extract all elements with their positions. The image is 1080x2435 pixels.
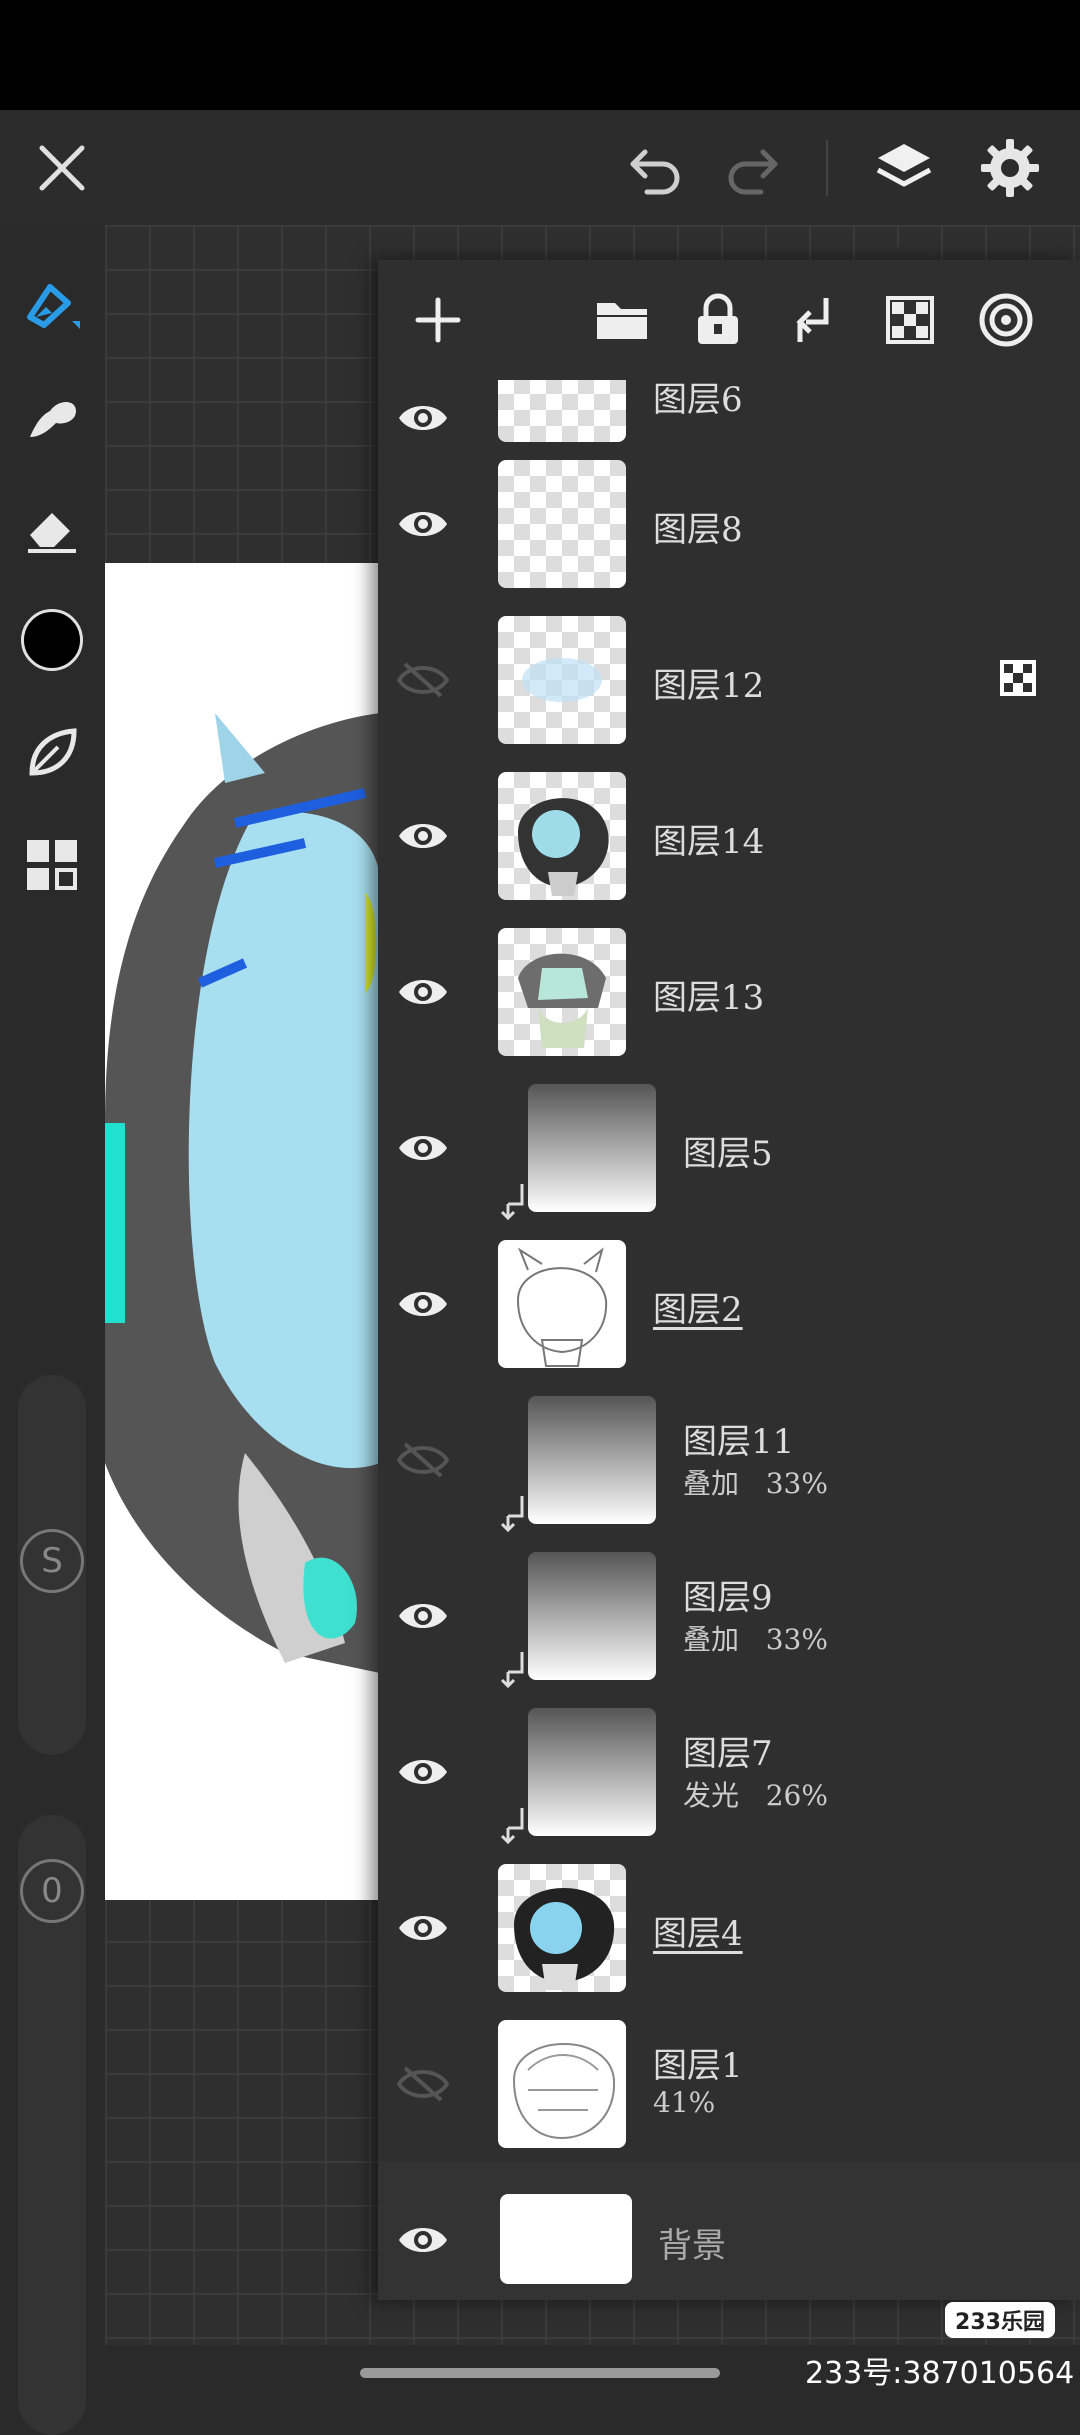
clip-arrow-icon: [496, 1182, 532, 1222]
status-bar: [0, 0, 1080, 110]
layer-row[interactable]: 图层12: [378, 602, 1080, 760]
layer-name: 图层9: [683, 1578, 773, 1618]
layer-row[interactable]: 图层11 叠加 33%: [378, 1382, 1080, 1540]
eraser-tool-icon[interactable]: [12, 487, 92, 567]
layer-thumbnail: [528, 1396, 656, 1524]
eye-visible-icon[interactable]: [390, 1120, 456, 1176]
layer-thumbnail: [498, 616, 626, 744]
layer-name: 背景: [658, 2226, 726, 2266]
folder-icon[interactable]: [584, 282, 660, 358]
eye-visible-icon[interactable]: [390, 808, 456, 864]
opacity-slider-knob[interactable]: 0: [20, 1859, 84, 1923]
layer-name: 图层12: [653, 666, 765, 706]
layer-row[interactable]: 图层1 41%: [378, 2006, 1080, 2164]
clip-arrow-icon: [496, 1494, 532, 1534]
top-bar: [0, 110, 1080, 225]
divider: [826, 140, 828, 196]
layer-opacity: 33%: [765, 1467, 828, 1500]
layer-name: 图层4: [653, 1914, 743, 1954]
layer-panel-toolbar: [378, 260, 1080, 380]
layer-row[interactable]: 图层4: [378, 1850, 1080, 2008]
layer-blend-mode: 叠加 33%: [683, 1623, 828, 1656]
clip-down-icon[interactable]: [776, 282, 852, 358]
eye-visible-icon[interactable]: [390, 1900, 456, 1956]
watermark-badge: 233乐园: [945, 2302, 1055, 2338]
eye-hidden-icon[interactable]: [390, 1432, 456, 1488]
layer-row-background[interactable]: 背景: [378, 2162, 1080, 2300]
eye-visible-icon[interactable]: [390, 1588, 456, 1644]
grid-tool-icon[interactable]: [12, 825, 92, 905]
layer-thumbnail: [498, 928, 626, 1056]
layer-name: 图层5: [683, 1134, 773, 1174]
size-slider[interactable]: S: [18, 1375, 86, 1755]
watermark-id: 233号:387010564: [805, 2356, 1075, 2391]
home-indicator[interactable]: [360, 2368, 720, 2378]
layer-panel: 图层6 图层8 图层12 图层14 图层13 图层5 图层2 图层11 叠加 3…: [378, 260, 1080, 2300]
layer-thumbnail: [528, 1708, 656, 1836]
layer-row[interactable]: 图层9 叠加 33%: [378, 1538, 1080, 1696]
layer-name: 图层1: [653, 2046, 743, 2086]
layer-thumbnail: [498, 1864, 626, 1992]
layer-name: 图层7: [683, 1734, 773, 1774]
layers-icon[interactable]: [864, 128, 944, 208]
clip-arrow-icon: [496, 1806, 532, 1846]
layer-blend-mode: 叠加 33%: [683, 1467, 828, 1500]
layer-thumbnail: [498, 2020, 626, 2148]
layer-opacity: 26%: [765, 1779, 828, 1812]
brush-tool-icon[interactable]: [12, 265, 92, 345]
layer-name: 图层13: [653, 978, 765, 1018]
layer-row[interactable]: 图层14: [378, 758, 1080, 916]
alpha-lock-icon[interactable]: [872, 282, 948, 358]
smudge-tool-icon[interactable]: [12, 375, 92, 455]
eye-visible-icon[interactable]: [390, 2212, 456, 2268]
close-icon[interactable]: [22, 128, 102, 208]
size-slider-knob[interactable]: S: [20, 1529, 84, 1593]
left-toolbar: S 0: [0, 225, 105, 2435]
layer-list: 图层6 图层8 图层12 图层14 图层13 图层5 图层2 图层11 叠加 3…: [378, 380, 1080, 2300]
layer-name: 图层11: [683, 1422, 795, 1462]
layer-row[interactable]: 图层2: [378, 1226, 1080, 1384]
undo-icon[interactable]: [615, 128, 695, 208]
layer-name: 图层8: [653, 510, 743, 550]
opacity-slider[interactable]: 0: [18, 1815, 86, 2435]
layer-row[interactable]: 图层7 发光 26%: [378, 1694, 1080, 1852]
color-swatch[interactable]: [12, 600, 92, 680]
alpha-lock-indicator-icon[interactable]: [998, 658, 1038, 698]
layer-row[interactable]: 图层5: [378, 1070, 1080, 1228]
eye-visible-icon[interactable]: [390, 964, 456, 1020]
eye-visible-icon[interactable]: [390, 1744, 456, 1800]
settings-icon[interactable]: [970, 128, 1050, 208]
layer-row[interactable]: 图层13: [378, 914, 1080, 1072]
eye-hidden-icon[interactable]: [390, 2056, 456, 2112]
lock-icon[interactable]: [680, 282, 756, 358]
eye-hidden-icon[interactable]: [390, 652, 456, 708]
layer-thumbnail: [498, 380, 626, 442]
eye-visible-icon[interactable]: [390, 496, 456, 552]
layer-name: 图层6: [653, 380, 743, 420]
redo-icon[interactable]: [713, 128, 793, 208]
clip-arrow-icon: [496, 1650, 532, 1690]
layer-panel-pointer: [885, 232, 941, 260]
eye-visible-icon[interactable]: [390, 390, 456, 446]
layer-thumbnail: [528, 1552, 656, 1680]
add-layer-icon[interactable]: [400, 282, 476, 358]
layer-name: 图层14: [653, 822, 765, 862]
layer-opacity: 33%: [765, 1623, 828, 1656]
layer-thumbnail: [498, 772, 626, 900]
layer-thumbnail: [528, 1084, 656, 1212]
layer-blend-mode: 发光 26%: [683, 1779, 828, 1812]
eye-visible-icon[interactable]: [390, 1276, 456, 1332]
layer-thumbnail: [500, 2194, 632, 2284]
artwork-canvas[interactable]: [105, 563, 380, 1900]
layer-opacity: 41%: [653, 2086, 716, 2119]
blend-target-icon[interactable]: [968, 282, 1044, 358]
layer-row[interactable]: 图层8: [378, 446, 1080, 604]
layer-thumbnail: [498, 460, 626, 588]
leaf-tool-icon[interactable]: [12, 713, 92, 793]
layer-name: 图层2: [653, 1290, 743, 1330]
layer-thumbnail: [498, 1240, 626, 1368]
